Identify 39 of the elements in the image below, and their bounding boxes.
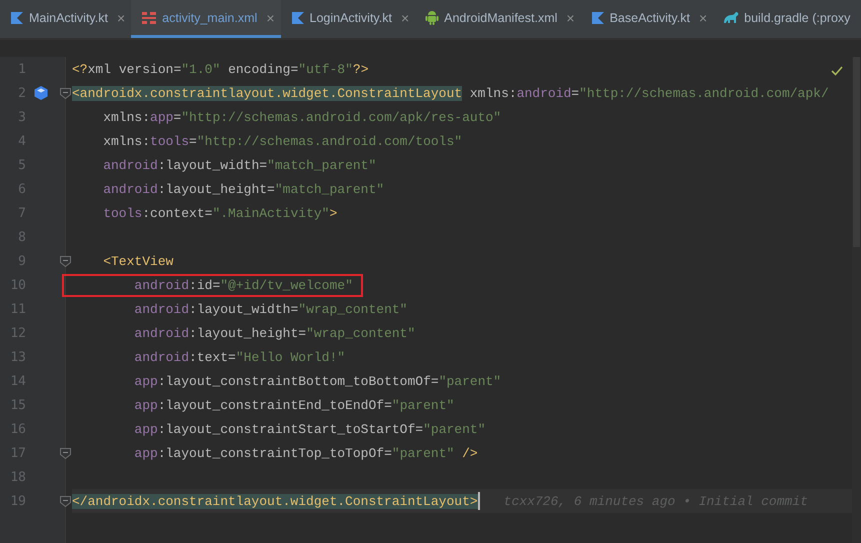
elephant-icon — [723, 11, 740, 24]
code-line: android:text="Hello World!" — [133, 350, 346, 364]
fold-icon[interactable] — [60, 448, 71, 459]
code-line: <TextView — [102, 254, 174, 268]
code-line: xmlns:tools="http://schemas.android.com/tools" — [102, 134, 462, 148]
android-robot-icon — [425, 10, 440, 25]
code-line: app:layout_constraintStart_toStartOf="parent" — [133, 422, 486, 436]
code-line: <androidx.constraintlayout.widget.ConstraintLayout xmlns:android="http://schemas.android.com/apk/ — [72, 86, 829, 100]
editor-tab[interactable]: MainActivity.kt × — [0, 0, 132, 38]
fold-icon[interactable] — [60, 88, 71, 99]
editor-tab[interactable]: AndroidManifest.xml × — [415, 0, 581, 38]
kotlin-file-icon — [10, 10, 24, 24]
fold-icon[interactable] — [60, 496, 71, 507]
code-line: android:layout_height="wrap_content" — [133, 326, 416, 340]
code-line: android:layout_height="match_parent" — [102, 182, 384, 196]
close-tab-button[interactable]: × — [698, 10, 708, 26]
editor-tab[interactable]: build.gradle (:proxy — [713, 0, 856, 38]
fold-icon[interactable] — [60, 256, 71, 267]
code-line: app:layout_constraintEnd_toEndOf="parent" — [133, 398, 454, 412]
editor-tab[interactable]: LoginActivity.kt × — [280, 0, 416, 38]
code-line: android:layout_width="wrap_content" — [133, 302, 408, 316]
layout-file-icon — [141, 10, 158, 24]
code-line: tools:context=".MainActivity"> — [102, 206, 338, 220]
code-line: app:layout_constraintTop_toTopOf="parent" /> — [133, 446, 478, 460]
editor-tab[interactable]: BaseActivity.kt × — [580, 0, 714, 38]
close-tab-button[interactable]: × — [116, 10, 126, 26]
code-line: app:layout_constraintBottom_toBottomOf="parent" — [133, 374, 502, 388]
close-tab-button[interactable]: × — [400, 10, 410, 26]
editor-tab[interactable]: activity_main.xml × — [131, 0, 280, 38]
code-line: android:layout_width="match_parent" — [102, 158, 376, 172]
code-line: <?xml version="1.0" encoding="utf-8"?> — [72, 62, 369, 76]
check-icon[interactable] — [831, 66, 843, 76]
kotlin-file-icon — [590, 10, 605, 24]
text-cursor — [478, 492, 480, 510]
kotlin-file-icon — [290, 10, 304, 24]
code-line: xmlns:app="http://schemas.android.com/apk/res-auto" — [102, 110, 502, 124]
cube-icon[interactable] — [33, 85, 49, 101]
close-tab-button[interactable]: × — [566, 10, 575, 26]
close-tab-button[interactable]: × — [266, 10, 274, 26]
